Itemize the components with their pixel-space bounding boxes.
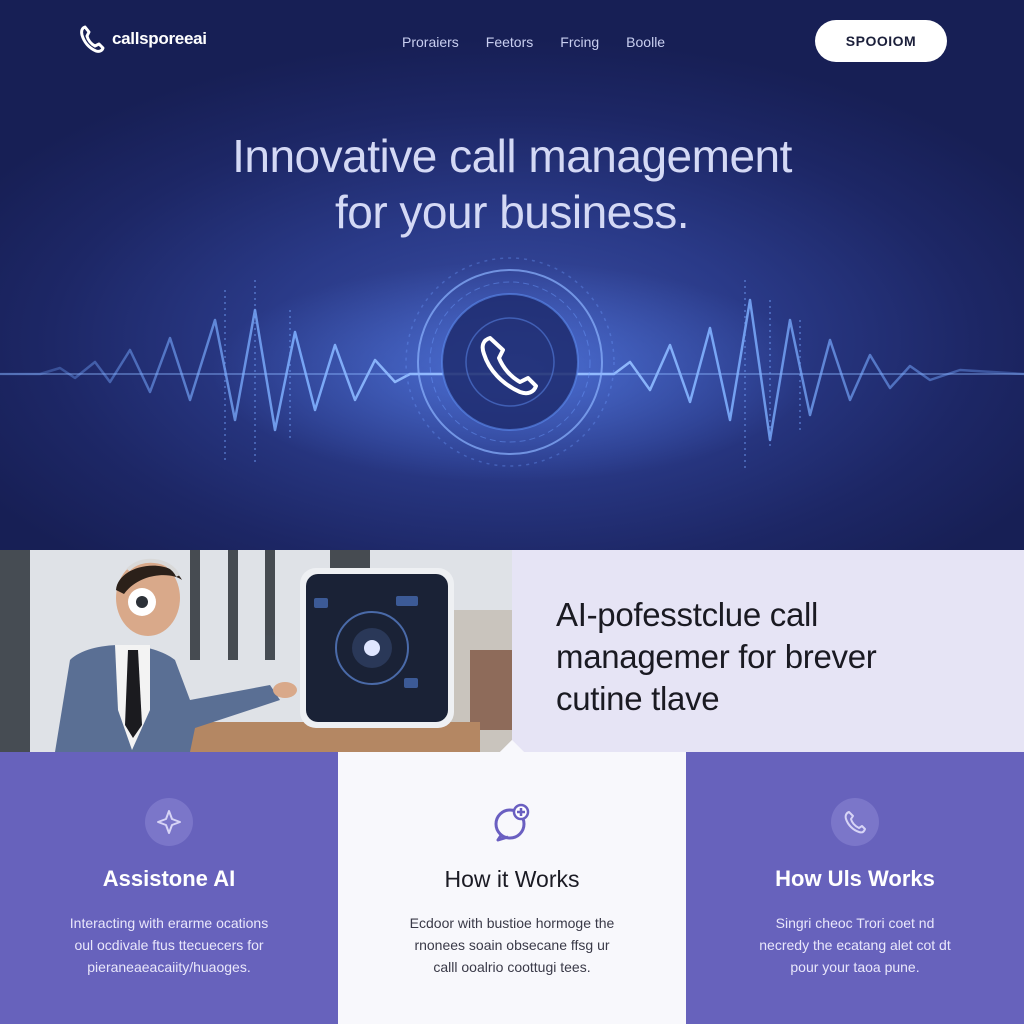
- phone-circle-icon: [831, 798, 879, 846]
- main-nav: Proraiers Feetors Frcing Boolle: [402, 34, 665, 50]
- card-text-line: calll ooalrio coottugi tees.: [433, 959, 591, 975]
- chat-plus-icon: [488, 798, 536, 846]
- feature-card-how-uls-works: How Uls Works Singri cheoc Trori coet nd…: [686, 752, 1024, 1024]
- card-text-line: Interacting with erarme ocations: [69, 915, 269, 931]
- tagline-line-2: managemer for brever: [556, 638, 877, 675]
- cta-button[interactable]: SPOOIOM: [815, 20, 947, 62]
- tagline-heading: AI-pofesstclue call managemer for brever…: [556, 594, 996, 720]
- card-text-line: Ecdoor with bustioe hormoge the: [409, 915, 615, 931]
- card-text: Singri cheoc Trori coet nd necredy the e…: [726, 912, 984, 978]
- card-text-line: pour your taoa pune.: [790, 959, 920, 975]
- sound-wave-visual: [0, 257, 1024, 482]
- hero-title-line-1: Innovative call management: [232, 130, 792, 182]
- card-title: How Uls Works: [775, 866, 935, 891]
- nav-item-4[interactable]: Boolle: [626, 34, 665, 50]
- agent-photo: [0, 550, 512, 752]
- feature-card-assistant: Assistone AI Interacting with erarme oca…: [0, 752, 338, 1024]
- hero-title-line-2: for your business.: [334, 186, 690, 238]
- card-text: Interacting with erarme ocations oul ocd…: [40, 912, 298, 978]
- tagline-line-3: cutine tlave: [556, 680, 720, 717]
- nav-item-3[interactable]: Frcing: [560, 34, 599, 50]
- nav-item-1[interactable]: Proraiers: [402, 34, 459, 50]
- tagline-line-1: AI-pofesstclue call: [556, 596, 819, 633]
- top-navigation-bar: callsporeeai Proraiers Feetors Frcing Bo…: [0, 0, 1024, 84]
- card-title: Assistone AI: [102, 866, 236, 891]
- brand-logo[interactable]: callsporeeai: [78, 24, 207, 54]
- phone-icon: [80, 25, 105, 53]
- card-text-line: rnonees soain obsecane ffsg ur: [414, 937, 610, 953]
- card-text-line: pieraneaeacaiity/huaoges.: [87, 959, 251, 975]
- card-text-line: oul ocdivale ftus ttecuecers for: [74, 937, 264, 953]
- sparkle-icon: [145, 798, 193, 846]
- tablet-device: [300, 568, 454, 728]
- card-text: Ecdoor with bustioe hormoge the rnonees …: [378, 912, 646, 978]
- feature-card-how-it-works: How it Works Ecdoor with bustioe hormoge…: [338, 752, 686, 1024]
- card-title: How it Works: [444, 866, 580, 892]
- card-text-line: necredy the ecatang alet cot dt: [759, 937, 951, 953]
- nav-item-2[interactable]: Feetors: [486, 34, 533, 50]
- card-text-line: Singri cheoc Trori coet nd: [775, 915, 935, 931]
- agent-with-headset-illustration: [0, 550, 512, 752]
- brand-name: callsporeeai: [112, 29, 207, 48]
- hero-title: Innovative call management for your busi…: [0, 128, 1024, 240]
- hero-section: callsporeeai Proraiers Feetors Frcing Bo…: [0, 0, 1024, 550]
- tagline-panel: AI-pofesstclue call managemer for brever…: [512, 550, 1024, 752]
